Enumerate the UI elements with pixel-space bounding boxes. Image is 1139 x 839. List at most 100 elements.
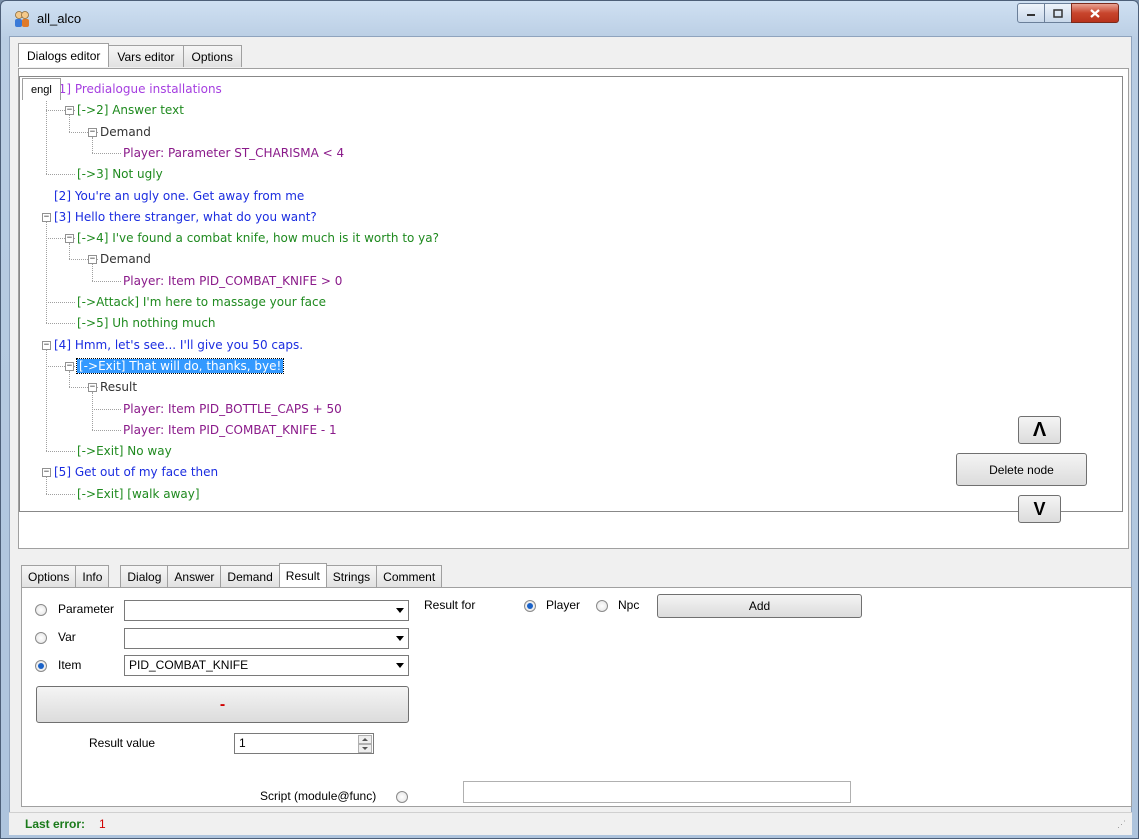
node-tabs: Options Info Dialog Answer Demand Result… (21, 563, 443, 587)
tree-node-label: [->Exit] [walk away] (77, 486, 200, 501)
tree-node[interactable]: [4] Hmm, let's see... I'll give you 50 c… (54, 335, 303, 355)
collapse-icon[interactable]: − (65, 106, 74, 116)
tree-node[interactable]: [->Exit] No way (77, 441, 172, 461)
tree-node-label: [->Exit] No way (77, 444, 172, 459)
var-radio[interactable] (35, 632, 47, 644)
collapse-icon[interactable]: − (42, 468, 51, 478)
tree-node[interactable]: [->Exit] [walk away] (77, 484, 200, 504)
app-window: all_alco Dialogs editor Vars editor Opti… (0, 0, 1139, 839)
tree-node[interactable]: [->Exit] That will do, thanks, bye! (75, 356, 285, 376)
tree-node-label: [4] Hmm, let's see... I'll give you 50 c… (54, 337, 304, 352)
collapse-icon[interactable]: − (88, 127, 97, 137)
collapse-icon[interactable]: − (65, 234, 74, 244)
main-tabs: Dialogs editor Vars editor Options (18, 43, 242, 67)
tree-node-label: [->5] Uh nothing much (77, 316, 216, 331)
parameter-radio[interactable] (35, 604, 47, 616)
window-title: all_alco (37, 11, 82, 26)
tab-info[interactable]: Info (75, 565, 110, 587)
item-label: Item (58, 658, 82, 672)
tree-node[interactable]: [->5] Uh nothing much (77, 313, 216, 333)
operator-button[interactable]: - (36, 686, 409, 723)
tree-guide-line (46, 94, 47, 175)
add-button[interactable]: Add (657, 594, 862, 618)
collapse-icon[interactable]: − (42, 212, 51, 222)
collapse-icon[interactable]: − (65, 361, 74, 371)
delete-node-button[interactable]: Delete node (956, 453, 1087, 486)
tree-node[interactable]: Player: Item PID_COMBAT_KNIFE - 1 (123, 420, 337, 440)
player-label: Player (546, 598, 581, 612)
tab-answer[interactable]: Answer (167, 565, 222, 587)
tree-node[interactable]: [1] Predialogue installations (54, 79, 222, 99)
close-button[interactable] (1071, 3, 1119, 23)
maximize-button[interactable] (1044, 3, 1072, 23)
tab-comment[interactable]: Comment (376, 565, 443, 587)
tree-guide-line (92, 264, 93, 281)
move-down-button[interactable]: V (1018, 495, 1061, 523)
tree-node[interactable]: Demand (100, 122, 151, 142)
tree-connector-line (92, 429, 121, 431)
move-down-icon: V (1033, 498, 1046, 519)
operator-label: - (219, 695, 226, 713)
tree-connector-line (46, 323, 75, 325)
tree-node-label: Player: Item PID_BOTTLE_CAPS + 50 (123, 401, 342, 416)
item-select[interactable]: PID_COMBAT_KNIFE (124, 655, 409, 676)
chevron-down-icon (396, 636, 404, 641)
collapse-icon[interactable]: − (88, 383, 97, 393)
tab-engl[interactable]: engl (22, 78, 61, 100)
tab-strings[interactable]: Strings (325, 565, 378, 587)
tree-node[interactable]: [2] You're an ugly one. Get away from me (54, 186, 304, 206)
tab-dialog[interactable]: Dialog (120, 565, 169, 587)
tree-guide-line (92, 392, 93, 430)
collapse-icon[interactable]: − (88, 255, 97, 265)
tree-node[interactable]: [3] Hello there stranger, what do you wa… (54, 207, 317, 227)
last-error-label: Last error: (25, 817, 86, 831)
tree-node-label: Player: Item PID_COMBAT_KNIFE > 0 (123, 273, 343, 288)
tree-node[interactable]: Player: Parameter ST_CHARISMA < 4 (123, 143, 344, 163)
tree-connector-line (46, 302, 75, 303)
item-radio[interactable] (35, 660, 47, 672)
tab-result[interactable]: Result (278, 563, 327, 587)
spin-up-icon[interactable] (358, 735, 372, 744)
result-value-text: 1 (239, 736, 246, 750)
tree-node[interactable]: [->2] Answer text (77, 100, 184, 120)
tree-node[interactable]: Result (100, 377, 137, 397)
title-bar[interactable]: all_alco (1, 1, 1138, 37)
tab-options[interactable]: Options (182, 45, 242, 67)
script-radio[interactable] (396, 791, 408, 803)
tab-dialogs-editor[interactable]: Dialogs editor (18, 43, 110, 67)
tree-node[interactable]: [->4] I've found a combat knife, how muc… (77, 228, 439, 248)
resize-grip-icon[interactable]: ⋰ (1117, 819, 1126, 830)
tree-node[interactable]: [->3] Not ugly (77, 164, 163, 184)
tree-node[interactable]: Player: Item PID_COMBAT_KNIFE > 0 (123, 271, 342, 291)
collapse-icon[interactable]: − (42, 340, 51, 350)
tab-vars-editor[interactable]: Vars editor (108, 45, 184, 67)
minimize-button[interactable] (1017, 3, 1045, 23)
var-select[interactable] (124, 628, 409, 649)
last-error-value: 1 (99, 817, 106, 831)
var-label: Var (58, 630, 76, 644)
tree-node[interactable]: [->Attack] I'm here to massage your face (77, 292, 326, 312)
minimize-icon (1027, 14, 1035, 16)
tree-guide-line (69, 115, 70, 132)
dialog-tree[interactable]: −[1] Predialogue installations−[->2] Ans… (19, 76, 1123, 512)
tab-demand[interactable]: Demand (220, 565, 280, 587)
tree-connector-line (46, 451, 75, 453)
npc-radio[interactable] (596, 600, 608, 612)
tab-node-options[interactable]: Options (21, 565, 77, 587)
result-value-input[interactable]: 1 (234, 733, 374, 754)
chevron-down-icon (396, 663, 404, 668)
spin-down-icon[interactable] (358, 744, 372, 753)
tree-guide-line (46, 477, 47, 494)
parameter-select[interactable] (124, 600, 409, 621)
script-input[interactable] (463, 781, 851, 803)
tree-node[interactable]: Player: Item PID_BOTTLE_CAPS + 50 (123, 399, 342, 419)
move-up-button[interactable]: Λ (1018, 416, 1061, 444)
script-label: Script (module@func) (260, 789, 377, 803)
tree-node[interactable]: [5] Get out of my face then (54, 462, 218, 482)
result-panel: Parameter Var Item PID_COMBAT_KNIFE - Re… (21, 587, 1132, 807)
tree-guide-line (92, 136, 93, 153)
tree-node[interactable]: Demand (100, 249, 151, 269)
parameter-label: Parameter (58, 602, 115, 616)
tree-node-label: [->Attack] I'm here to massage your face (77, 295, 326, 309)
player-radio[interactable] (524, 600, 536, 612)
